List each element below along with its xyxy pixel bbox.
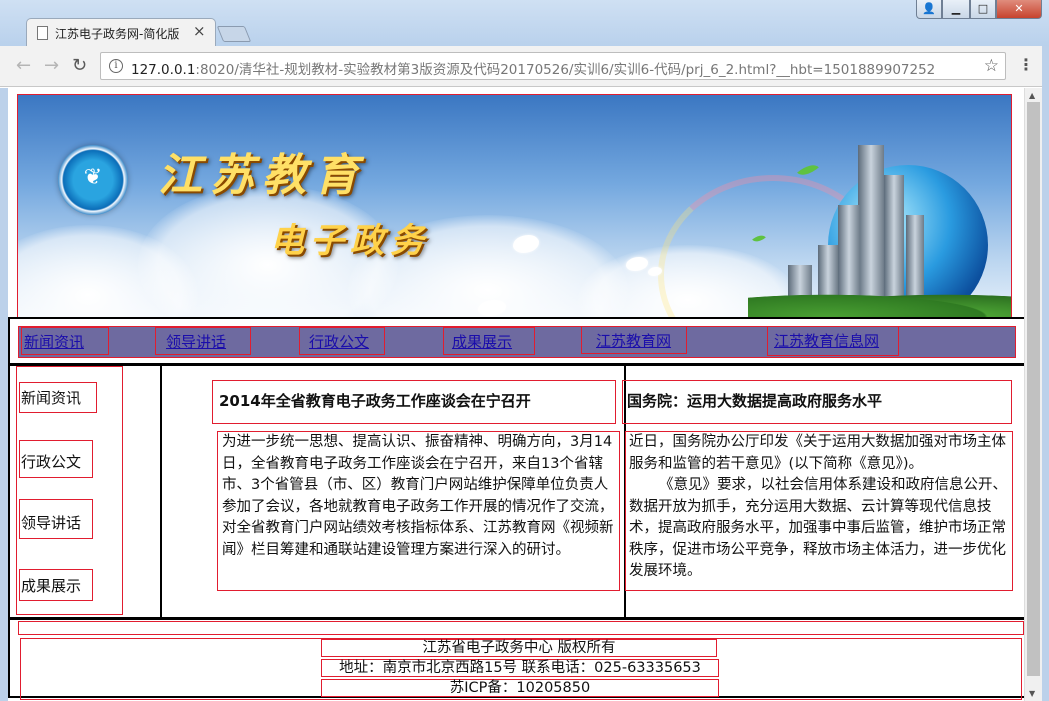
window-titlebar: 江苏电子政务网-简化版 × 👤 ▁ □ ✕ [0, 0, 1049, 47]
scroll-down-icon[interactable]: ▼ [1029, 689, 1035, 698]
tab-close-icon[interactable]: × [193, 22, 206, 40]
url-host: 127.0.0.1 [131, 62, 196, 78]
footer-divider [18, 621, 1024, 635]
footer: 江苏省电子政务中心 版权所有 地址：南京市北京西路15号 联系电话：025-63… [20, 638, 1022, 700]
article-title-2[interactable]: 国务院：运用大数据提高政府服务水平 [622, 380, 1012, 424]
back-icon[interactable]: ← [16, 55, 31, 76]
site-logo-title: 江苏教育 [158, 150, 366, 201]
page-icon [37, 26, 48, 40]
bookmark-star-icon[interactable]: ☆ [984, 56, 999, 76]
footer-copyright: 江苏省电子政务中心 版权所有 [321, 639, 717, 657]
article-title-1[interactable]: 2014年全省教育电子政务工作座谈会在宁召开 [212, 380, 616, 424]
article-body-2: 近日，国务院办公厅印发《关于运用大数据加强对市场主体服务和监管的若干意见》(以下… [625, 431, 1013, 591]
emblem-icon: ❦ [58, 145, 128, 215]
nav-link-jsedu-info[interactable]: 江苏教育信息网 [767, 326, 899, 356]
window-border-right [1042, 46, 1049, 701]
sidebar-item-documents[interactable]: 行政公文 [19, 440, 93, 478]
emblem-mark-icon: ❦ [83, 165, 103, 190]
nav-link-achievements[interactable]: 成果展示 [443, 327, 535, 355]
nav-link-speeches[interactable]: 领导讲话 [155, 327, 251, 355]
url-path: :8020/清华社-规划教材-实验教材第3版资源及代码20170526/实训6/… [195, 62, 936, 78]
sidebar-item-speeches[interactable]: 领导讲话 [19, 499, 93, 539]
nav-link-documents[interactable]: 行政公文 [299, 327, 385, 355]
browser-toolbar: ← → ↻ i 127.0.0.1:8020/清华社-规划教材-实验教材第3版资… [0, 46, 1049, 87]
browser-tab[interactable]: 江苏电子政务网-简化版 × [26, 18, 216, 47]
new-tab-button[interactable] [216, 26, 252, 42]
url-text[interactable]: 127.0.0.1:8020/清华社-规划教材-实验教材第3版资源及代码2017… [131, 58, 935, 78]
tab-title: 江苏电子政务网-简化版 [55, 27, 180, 41]
sidebar-item-achievements[interactable]: 成果展示 [19, 569, 93, 601]
reload-icon[interactable]: ↻ [72, 55, 87, 76]
minimize-button[interactable]: ▁ [942, 0, 970, 19]
footer-address: 地址：南京市北京西路15号 联系电话：025-63335653 [321, 659, 719, 677]
header-banner: ❦ 江苏教育 电子政务 [17, 94, 1012, 318]
page-viewport: ❦ 江苏教育 电子政务 新闻资讯 领导讲话 行政公文 成果展示 江苏教育网 江苏… [8, 88, 1024, 701]
footer-icp: 苏ICP备：10205850 [321, 679, 719, 697]
page-scrollbar[interactable]: ▲ ▼ [1024, 88, 1042, 701]
sidebar-item-news[interactable]: 新闻资讯 [19, 382, 97, 413]
nav-link-news[interactable]: 新闻资讯 [21, 327, 109, 355]
trees-graphic [748, 291, 1011, 317]
center-column: 2014年全省教育电子政务工作座谈会在宁召开 为进一步统一思想、提高认识、振奋精… [160, 366, 626, 617]
maximize-button[interactable]: □ [970, 0, 996, 19]
article-body-2-para1: 近日，国务院办公厅印发《关于运用大数据加强对市场主体服务和监管的若干意见》(以下… [629, 434, 1006, 472]
site-logo-subtitle: 电子政务 [270, 221, 430, 261]
article-body-2-para2: 《意见》要求，以社会信用体系建设和政府信息公开、数据开放为抓手，充分运用大数据、… [629, 477, 1007, 579]
forward-icon[interactable]: → [44, 55, 59, 76]
window-border-left [0, 88, 8, 701]
user-icon[interactable]: 👤 [916, 0, 942, 19]
article-body-1: 为进一步统一思想、提高认识、振奋精神、明确方向，3月14日，全省教育电子政务工作… [217, 431, 620, 591]
scroll-up-icon[interactable]: ▲ [1029, 91, 1035, 100]
close-window-button[interactable]: ✕ [996, 0, 1042, 19]
nav-link-jsedu[interactable]: 江苏教育网 [581, 326, 687, 354]
main-nav: 新闻资讯 领导讲话 行政公文 成果展示 江苏教育网 江苏教育信息网 [18, 326, 1016, 358]
scrollbar-thumb[interactable] [1027, 102, 1040, 676]
info-icon[interactable]: i [109, 59, 123, 73]
address-bar[interactable]: i 127.0.0.1:8020/清华社-规划教材-实验教材第3版资源及代码20… [100, 52, 1006, 80]
menu-icon[interactable]: ⋮ [1018, 55, 1034, 74]
left-sidebar: 新闻资讯 行政公文 领导讲话 成果展示 [16, 366, 123, 615]
